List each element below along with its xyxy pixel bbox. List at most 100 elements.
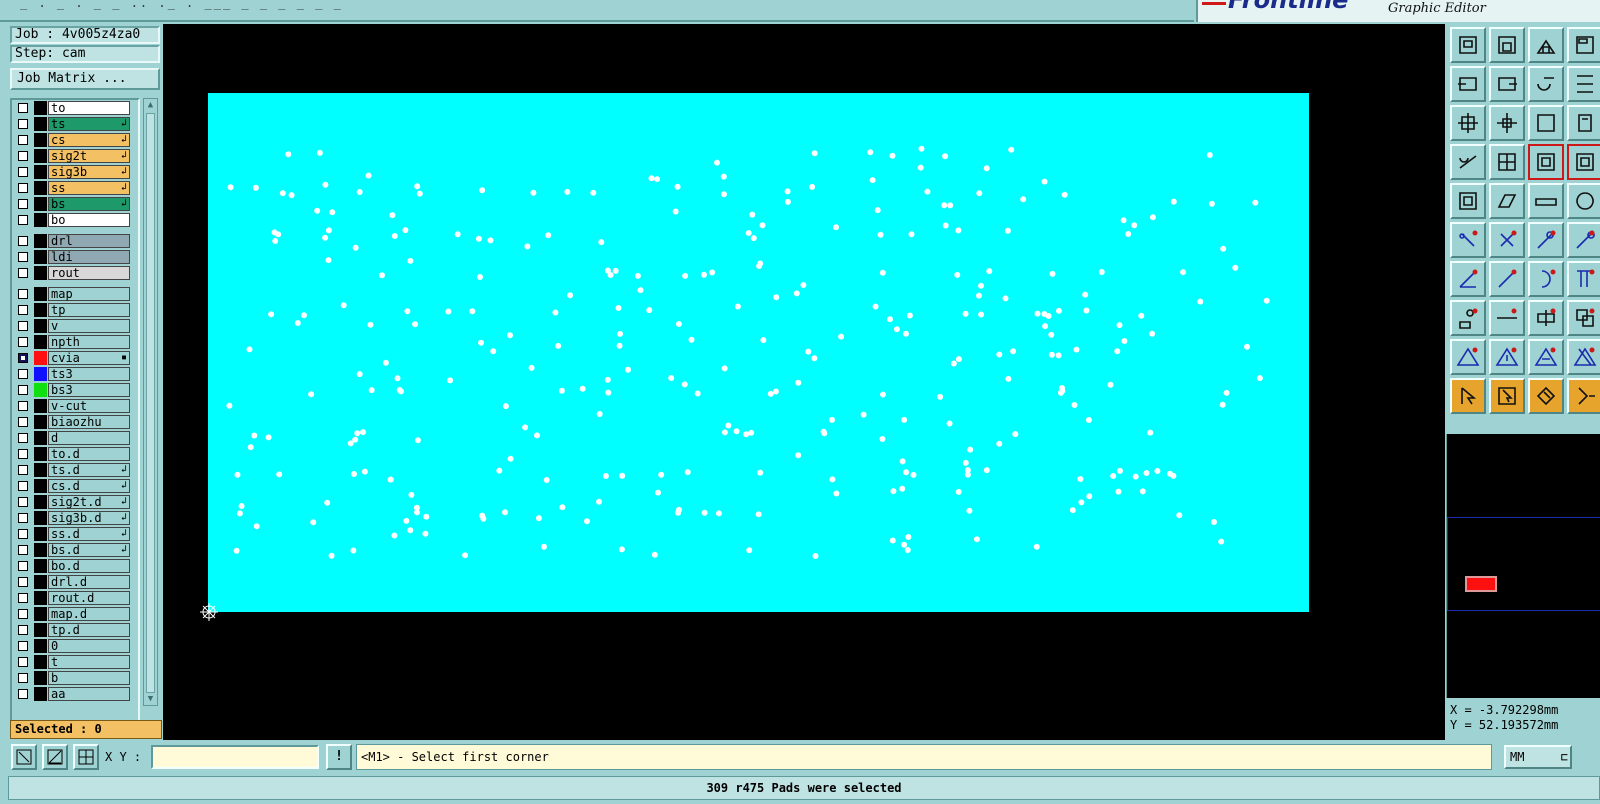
- pad[interactable]: [962, 459, 969, 466]
- layer-checkbox[interactable]: [18, 135, 28, 145]
- layer-name[interactable]: cs ↲: [48, 133, 130, 147]
- layer-row-ss[interactable]: ss ↲: [12, 180, 138, 196]
- layer-checkbox[interactable]: [18, 689, 28, 699]
- layer-name[interactable]: biaozhu: [48, 415, 130, 429]
- pad[interactable]: [955, 488, 962, 495]
- layer-color-swatch[interactable]: [34, 623, 47, 637]
- pad[interactable]: [1154, 468, 1161, 474]
- pad[interactable]: [276, 471, 283, 478]
- pad[interactable]: [447, 377, 454, 384]
- layer-row-rout.d[interactable]: rout.d: [12, 590, 138, 606]
- pad[interactable]: [694, 390, 701, 397]
- pad[interactable]: [285, 151, 292, 158]
- pad[interactable]: [496, 467, 503, 474]
- pad[interactable]: [469, 308, 476, 315]
- pad[interactable]: [811, 150, 818, 157]
- pad[interactable]: [757, 260, 764, 267]
- layer-name[interactable]: b: [48, 671, 130, 685]
- layer-row-ts.d[interactable]: ts.d ↲: [12, 462, 138, 478]
- pad[interactable]: [1218, 538, 1225, 545]
- layer-checkbox[interactable]: [18, 119, 28, 129]
- pad[interactable]: [1211, 519, 1217, 525]
- pad[interactable]: [905, 534, 912, 540]
- pad[interactable]: [1180, 269, 1186, 276]
- layer-row-bs.d[interactable]: bs.d ↲: [12, 542, 138, 558]
- pad[interactable]: [701, 271, 707, 278]
- pad[interactable]: [795, 379, 802, 386]
- pad[interactable]: [618, 546, 625, 553]
- pad[interactable]: [625, 366, 631, 373]
- pad[interactable]: [903, 469, 910, 476]
- pad[interactable]: [1125, 231, 1132, 237]
- scroll-thumb[interactable]: [146, 113, 155, 693]
- layer-color-swatch[interactable]: [34, 250, 47, 264]
- layer-name[interactable]: aa: [48, 687, 130, 701]
- snap-mode-button[interactable]: [11, 744, 37, 770]
- layer-checkbox[interactable]: [18, 561, 28, 571]
- pad[interactable]: [811, 355, 818, 362]
- layer-row-bs3[interactable]: bs3: [12, 382, 138, 398]
- pad[interactable]: [725, 422, 732, 429]
- pad[interactable]: [413, 504, 420, 511]
- pad[interactable]: [1071, 402, 1078, 408]
- pad[interactable]: [1020, 196, 1027, 203]
- pad[interactable]: [1049, 270, 1056, 277]
- triangle-tool-button[interactable]: [1450, 339, 1486, 375]
- pad[interactable]: [477, 274, 483, 280]
- pad[interactable]: [1120, 217, 1127, 224]
- pad[interactable]: [617, 330, 624, 337]
- layer-row-b[interactable]: b: [12, 670, 138, 686]
- ruler-tool-button[interactable]: [1528, 183, 1564, 219]
- pad[interactable]: [1061, 191, 1068, 198]
- pad[interactable]: [612, 267, 619, 274]
- drc-alt-tool-button[interactable]: [1567, 144, 1600, 180]
- pad[interactable]: [1073, 346, 1080, 353]
- pad[interactable]: [658, 471, 665, 478]
- pad[interactable]: [821, 430, 828, 437]
- pad[interactable]: [924, 188, 931, 195]
- pad[interactable]: [1256, 375, 1263, 382]
- layer-row-0[interactable]: 0: [12, 638, 138, 654]
- layer-checkbox[interactable]: [18, 268, 28, 278]
- pad[interactable]: [294, 320, 301, 326]
- layer-row-bo.d[interactable]: bo.d: [12, 558, 138, 574]
- pad[interactable]: [325, 257, 332, 264]
- pad[interactable]: [1219, 401, 1226, 408]
- pad[interactable]: [1085, 417, 1092, 423]
- layer-checkbox[interactable]: [18, 433, 28, 443]
- layer-color-swatch[interactable]: [34, 575, 47, 589]
- pad[interactable]: [350, 547, 357, 554]
- pad[interactable]: [784, 198, 791, 205]
- pad[interactable]: [567, 292, 574, 299]
- pad[interactable]: [743, 431, 750, 438]
- pad[interactable]: [937, 393, 944, 400]
- pad[interactable]: [654, 176, 661, 183]
- pad[interactable]: [552, 309, 559, 316]
- pad[interactable]: [616, 342, 623, 349]
- layer-checkbox[interactable]: [18, 481, 28, 491]
- pad[interactable]: [684, 469, 691, 476]
- pad[interactable]: [352, 436, 359, 443]
- pad[interactable]: [340, 302, 347, 309]
- pad[interactable]: [422, 530, 429, 537]
- pad[interactable]: [872, 303, 879, 310]
- layer-checkbox[interactable]: [18, 385, 28, 395]
- pad[interactable]: [721, 365, 728, 372]
- layer-row-to[interactable]: to: [12, 100, 138, 116]
- pad[interactable]: [672, 208, 679, 215]
- select-pointer-tool-button[interactable]: [1450, 378, 1486, 414]
- pad[interactable]: [1098, 269, 1105, 275]
- layer-color-swatch[interactable]: [34, 479, 47, 493]
- pad[interactable]: [772, 388, 779, 395]
- layer-row-t[interactable]: t: [12, 654, 138, 670]
- pad[interactable]: [1048, 351, 1055, 358]
- layer-color-swatch[interactable]: [34, 117, 47, 131]
- pad[interactable]: [954, 271, 961, 278]
- pad[interactable]: [1223, 389, 1230, 396]
- pad[interactable]: [1149, 214, 1156, 221]
- pad[interactable]: [322, 234, 329, 241]
- angle-mode-button[interactable]: [42, 744, 68, 770]
- layer-name[interactable]: drl.d: [48, 575, 130, 589]
- pad[interactable]: [1086, 493, 1093, 500]
- layer-color-swatch[interactable]: [34, 335, 47, 349]
